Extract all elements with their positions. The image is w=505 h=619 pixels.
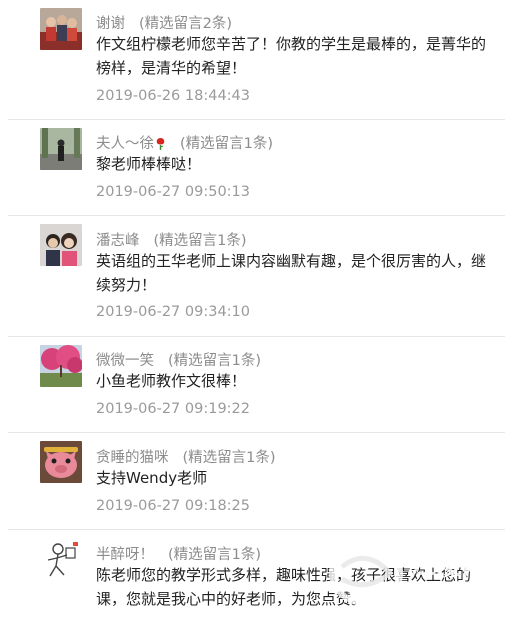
comment-meta: 潘志峰 (精选留言1条) [96,229,247,250]
comment-meta: 微微一笑 (精选留言1条) [96,349,261,370]
avatar[interactable] [40,128,82,170]
comment-text: 黎老师棒棒哒！ [96,155,202,173]
watermark-url: jiangling.cn [408,585,505,605]
divider [8,215,505,216]
featured-count: (精选留言1条) [153,233,247,249]
comment-text: 作文组柠檬老师您辛苦了！你教的学生是最棒的，是菁华的榜样，是清华的希望！ [96,35,487,77]
comment-meta: 半醉呀！ (精选留言1条) [96,543,261,564]
divider [8,336,505,337]
avatar[interactable] [40,441,82,483]
comment-meta: 贪睡的猫咪 (精选留言1条) [96,446,276,467]
comment-time: 2019-06-27 09:18:25 [96,498,250,514]
comment-time: 2019-06-27 09:34:10 [96,304,250,320]
commenter-name[interactable]: 潘志峰 [96,233,140,249]
comment-time: 2019-06-26 18:44:43 [96,88,250,104]
divider [8,432,505,433]
avatar[interactable] [40,538,82,580]
site-watermark: 江陵网 jiangling.cn [308,527,505,619]
featured-count: (精选留言1条) [182,450,276,466]
rose-icon [156,138,165,150]
commenter-name[interactable]: 微微一笑 [96,353,154,369]
divider [8,119,505,120]
comment-text: 英语组的王华老师上课内容幽默有趣，是个很厉害的人，继续努力！ [96,252,487,294]
comment-time: 2019-06-27 09:19:22 [96,401,250,417]
comment-meta: 谢谢 (精选留言2条) [96,12,232,33]
avatar[interactable] [40,8,82,50]
featured-count: (精选留言1条) [180,136,274,152]
commenter-name[interactable]: 贪睡的猫咪 [96,450,169,466]
featured-count: (精选留言1条) [168,547,262,563]
comment-text: 小鱼老师教作文很棒！ [96,372,247,390]
commenter-name[interactable]: 夫人～徐 [96,136,154,152]
comment-text: 支持Wendy老师 [96,469,208,487]
featured-count: (精选留言2条) [139,16,233,32]
watermark-cn: 江陵网 [410,551,489,581]
featured-count: (精选留言1条) [168,353,262,369]
comment-meta: 夫人～徐 (精选留言1条) [96,132,273,153]
avatar[interactable] [40,345,82,387]
commenter-name[interactable]: 半醉呀！ [96,547,154,563]
avatar[interactable] [40,224,82,266]
commenter-name[interactable]: 谢谢 [96,16,125,32]
comment-time: 2019-06-27 09:50:13 [96,184,250,200]
